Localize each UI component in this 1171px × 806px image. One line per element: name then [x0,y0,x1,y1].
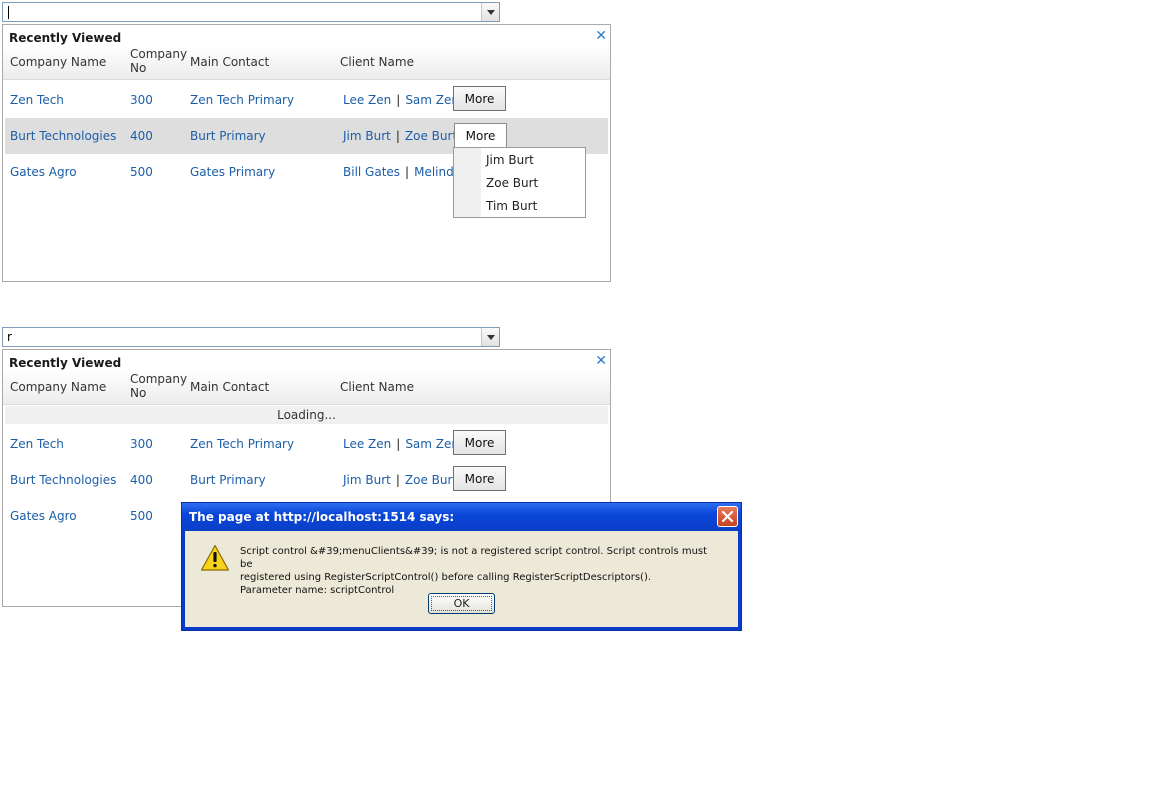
main-contact-link[interactable]: Gates Primary [190,165,275,179]
table-row[interactable]: Zen Tech 300 Zen Tech Primary Lee Zen | Sa… [5,82,608,118]
panel-title: Recently Viewed [9,31,122,45]
close-x-icon[interactable]: ✕ [595,354,607,368]
close-x-icon[interactable] [717,506,738,527]
dropdown-button[interactable] [481,3,499,21]
dialog-title: The page at http://localhost:1514 says: [189,510,455,524]
client-names: Lee Zen|Sam Zen| [343,437,468,451]
company-no: 500 [130,509,153,523]
company-name-link[interactable]: Burt Technologies [10,129,116,143]
client-link[interactable]: Zoe Burt [405,129,457,143]
menu-item[interactable]: Jim Burt [486,153,534,167]
column-header-company-name: Company Name [10,380,107,394]
menu-item[interactable]: Zoe Burt [486,176,538,190]
column-header-company-no: Company No [130,47,188,75]
company-no: 300 [130,93,153,107]
company-no: 300 [130,437,153,451]
table-header: Company Name Company No Main Contact Cli… [3,45,610,80]
text-caret [8,6,9,19]
search-input[interactable] [3,328,481,346]
client-link[interactable]: Jim Burt [343,129,391,143]
column-header-main-contact: Main Contact [190,380,270,394]
client-link[interactable]: Bill Gates [343,165,400,179]
dropdown-button[interactable] [481,328,499,346]
menu-icon-gutter [454,148,481,217]
dialog-message: Script control &#39;menuClients&#39; is … [240,545,710,597]
client-link[interactable]: Sam Zen [405,93,459,107]
client-link[interactable]: Sam Zen [405,437,459,451]
search-combobox[interactable] [2,327,500,347]
column-header-client-name: Client Name [340,380,414,394]
more-button[interactable]: More [453,86,506,111]
client-link[interactable]: Zoe Burt [405,473,457,487]
search-input[interactable] [3,3,481,21]
main-contact-link[interactable]: Burt Primary [190,129,266,143]
client-link[interactable]: Lee Zen [343,437,391,451]
column-header-main-contact: Main Contact [190,55,270,69]
client-names: Lee Zen|Sam Zen| [343,93,468,107]
more-button[interactable]: More [453,466,506,491]
dialog-body: Script control &#39;menuClients&#39; is … [185,531,738,627]
dialog-message-line: registered using RegisterScriptControl()… [240,572,652,583]
table-header: Company Name Company No Main Contact Cli… [3,370,610,405]
alert-dialog: The page at http://localhost:1514 says: … [181,502,742,631]
column-header-client-name: Client Name [340,55,414,69]
company-name-link[interactable]: Gates Agro [10,509,77,523]
main-contact-link[interactable]: Zen Tech Primary [190,93,294,107]
column-header-company-name: Company Name [10,55,107,69]
clients-dropdown-menu: Jim Burt Zoe Burt Tim Burt [453,147,586,218]
table-row[interactable]: Burt Technologies 400 Burt Primary Jim B… [5,462,608,498]
chevron-down-icon [486,9,495,15]
company-no: 500 [130,165,153,179]
more-button[interactable]: More [454,123,507,148]
company-name-link[interactable]: Burt Technologies [10,473,116,487]
company-no: 400 [130,129,153,143]
column-header-company-no: Company No [130,372,188,400]
menu-item[interactable]: Tim Burt [486,199,537,213]
company-name-link[interactable]: Gates Agro [10,165,77,179]
client-names: Jim Burt|Zoe Burt| [343,473,466,487]
client-link[interactable]: Lee Zen [343,93,391,107]
panel-title: Recently Viewed [9,356,122,370]
client-names: Jim Burt|Zoe Burt| [343,129,466,143]
client-link[interactable]: Jim Burt [343,473,391,487]
main-contact-link[interactable]: Burt Primary [190,473,266,487]
search-combobox[interactable] [2,2,500,22]
close-x-icon[interactable]: ✕ [595,29,607,43]
main-contact-link[interactable]: Zen Tech Primary [190,437,294,451]
warning-icon [200,544,230,571]
table-row[interactable]: Zen Tech 300 Zen Tech Primary Lee Zen | Sa… [5,426,608,462]
dialog-titlebar[interactable]: The page at http://localhost:1514 says: [182,503,741,531]
loading-indicator: Loading... [5,406,608,424]
ok-button[interactable]: OK [428,593,495,614]
company-no: 400 [130,473,153,487]
company-name-link[interactable]: Zen Tech [10,93,64,107]
close-x-glyph [721,510,734,523]
company-name-link[interactable]: Zen Tech [10,437,64,451]
more-button[interactable]: More [453,430,506,455]
chevron-down-icon [486,334,495,340]
dialog-message-line: Script control &#39;menuClients&#39; is … [240,546,708,570]
